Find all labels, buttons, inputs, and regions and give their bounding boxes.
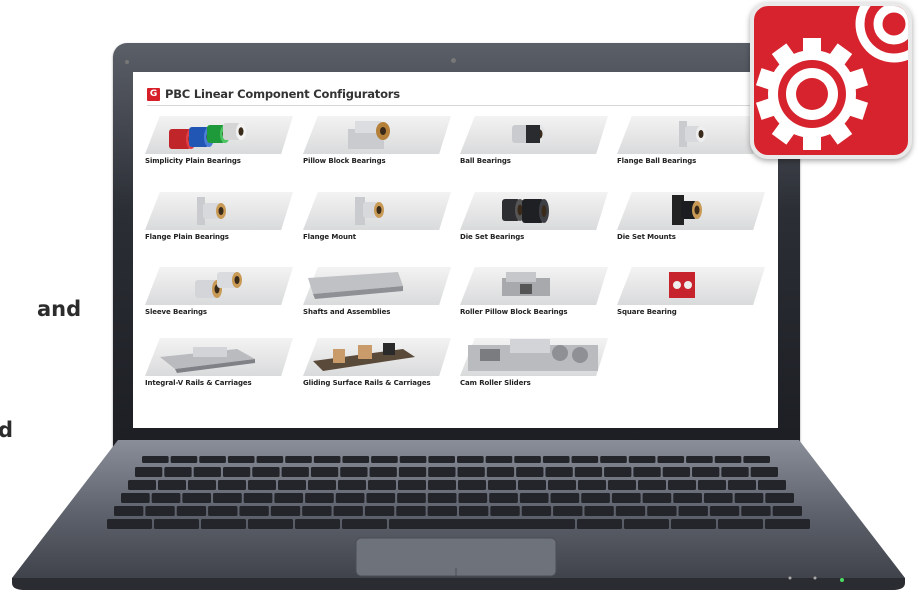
product-tile[interactable]: Integral-V Rails & Carriages <box>145 335 293 393</box>
product-tile[interactable]: Sleeve Bearings <box>145 264 293 322</box>
gliding-rail-icon <box>313 343 415 371</box>
lid-dot-left <box>125 60 129 64</box>
product-tile[interactable]: Ball Bearings <box>460 113 608 171</box>
product-tile[interactable]: Simplicity Plain Bearings <box>145 113 293 171</box>
product-tile-label: Simplicity Plain Bearings <box>145 157 241 165</box>
pillow-block-icon <box>348 121 390 149</box>
product-tile-label: Flange Plain Bearings <box>145 233 229 241</box>
shaft-icon <box>308 272 403 299</box>
camera-dot <box>451 58 456 63</box>
laptop-base <box>12 440 905 590</box>
product-tile[interactable]: Flange Ball Bearings <box>617 113 765 171</box>
colored-bearings-icon <box>169 123 246 149</box>
product-tile[interactable]: Cam Roller Sliders <box>460 335 608 393</box>
die-set-bearing-icon <box>502 199 549 223</box>
product-tile-label: Flange Ball Bearings <box>617 157 697 165</box>
flange-ball-bearing-icon <box>679 121 706 147</box>
product-tile-label: Die Set Bearings <box>460 233 525 241</box>
side-text-line-2: d <box>0 418 14 442</box>
product-tile[interactable]: Pillow Block Bearings <box>303 113 451 171</box>
roller-pillow-block-icon <box>502 272 550 296</box>
product-tile[interactable]: Shafts and Assemblies <box>303 264 451 322</box>
integral-v-rail-icon <box>160 347 255 373</box>
product-tile[interactable]: Flange Mount <box>303 189 451 247</box>
configurator-screen: G PBC Linear Component Configurators Sim… <box>133 72 778 428</box>
sleeve-bearing-icon <box>195 272 242 298</box>
product-tile-label: Ball Bearings <box>460 157 511 165</box>
product-tile-label: Gliding Surface Rails & Carriages <box>303 379 431 387</box>
square-bearing-icon <box>669 272 695 298</box>
product-tile[interactable]: Die Set Bearings <box>460 189 608 247</box>
pbc-logo-icon: G <box>147 87 160 101</box>
product-tile-label: Pillow Block Bearings <box>303 157 386 165</box>
product-tile[interactable]: Roller Pillow Block Bearings <box>460 264 608 322</box>
side-text-line-1: and <box>37 297 82 321</box>
page-title-text: PBC Linear Component Configurators <box>165 87 400 101</box>
product-tile[interactable]: Square Bearing <box>617 264 765 322</box>
product-tile[interactable]: Gliding Surface Rails & Carriages <box>303 335 451 393</box>
ball-bearing-icon <box>512 125 545 143</box>
flange-mount-icon <box>355 197 384 225</box>
product-tile-label: Flange Mount <box>303 233 356 241</box>
product-tile[interactable]: Flange Plain Bearings <box>145 189 293 247</box>
cam-roller-slider-icon <box>468 339 598 371</box>
product-tile-label: Square Bearing <box>617 308 677 316</box>
product-tile-label: Cam Roller Sliders <box>460 379 531 387</box>
product-tile[interactable]: Die Set Mounts <box>617 189 765 247</box>
product-tile-label: Integral-V Rails & Carriages <box>145 379 252 387</box>
product-tile-label: Sleeve Bearings <box>145 308 208 316</box>
title-divider <box>147 105 750 106</box>
die-set-mount-icon <box>672 195 702 225</box>
flange-plain-bearing-icon <box>197 197 226 225</box>
product-tile-label: Die Set Mounts <box>617 233 676 241</box>
product-tile-label: Roller Pillow Block Bearings <box>460 308 568 316</box>
configurator-gears-icon <box>750 2 912 159</box>
product-tile-label: Shafts and Assemblies <box>303 308 391 316</box>
page-title: G PBC Linear Component Configurators <box>147 87 400 101</box>
